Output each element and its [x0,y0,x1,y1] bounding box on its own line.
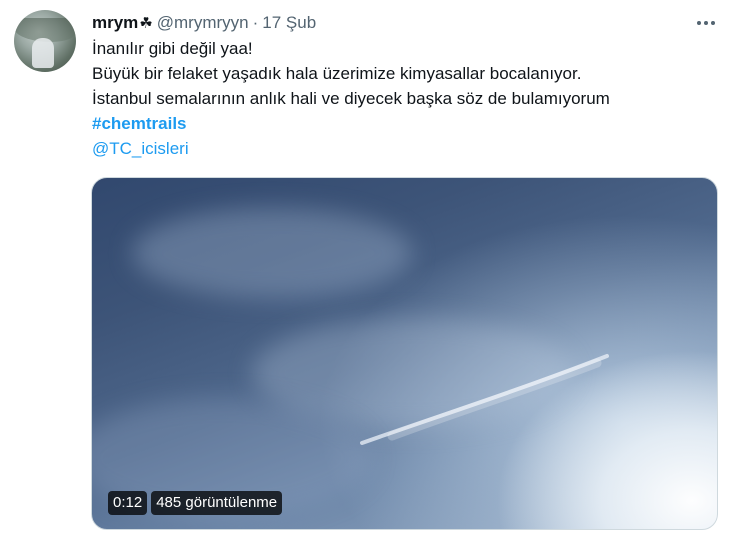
video-overlay: 0:12 485 görüntülenme [108,491,283,515]
more-horizontal-icon [697,21,701,25]
hashtag-link[interactable]: #chemtrails [92,114,187,133]
video-duration: 0:12 [108,491,148,515]
video-view-count: 485 görüntülenme [151,491,283,515]
tweet-text-line: Büyük bir felaket yaşadık hala üzerimize… [92,64,582,83]
tweet: mrym ☘ @mrymryyn · 17 Şub İnanılır gibi … [0,0,734,533]
mention-link[interactable]: @TC_icisleri [92,139,189,158]
separator: · [252,13,259,32]
tweet-text-line: İstanbul semalarının anlık hali ve diyec… [92,89,610,108]
name-emoji: ☘ [139,15,153,32]
video-player[interactable]: 0:12 485 görüntülenme [91,177,718,530]
tweet-header: mrym ☘ @mrymryyn · 17 Şub [92,11,316,35]
more-horizontal-icon [704,21,708,25]
tweet-text-line: İnanılır gibi değil yaa! [92,39,253,58]
more-options-button[interactable] [692,14,720,32]
avatar-figure [32,38,54,68]
user-handle[interactable]: @mrymryyn [157,13,249,33]
avatar[interactable] [14,10,76,72]
display-name[interactable]: mrym [92,13,138,33]
tweet-text: İnanılır gibi değil yaa! Büyük bir felak… [92,36,712,161]
more-horizontal-icon [711,21,715,25]
timestamp[interactable]: 17 Şub [262,13,316,33]
contrail-graphic [360,354,609,445]
